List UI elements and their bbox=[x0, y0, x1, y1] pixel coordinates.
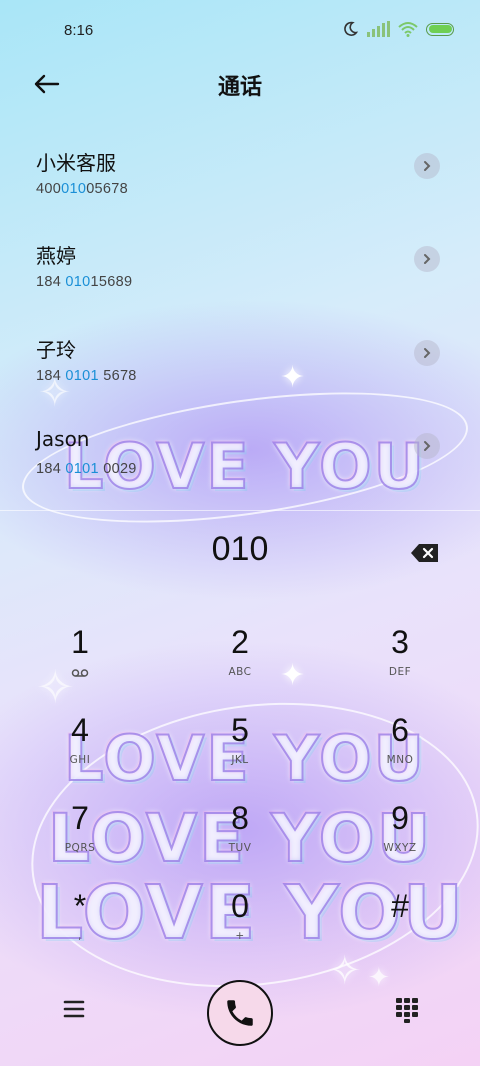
contact-item[interactable]: Jason 184 0101 0029 bbox=[0, 427, 480, 521]
contact-number: 184 01015689 bbox=[36, 274, 132, 290]
keypad-key-hash[interactable]: # bbox=[320, 888, 480, 976]
keypad-key-6[interactable]: 6 MNO bbox=[320, 712, 480, 800]
keypad-key-5[interactable]: 5 JKL bbox=[160, 712, 320, 800]
key-digit: 1 bbox=[71, 624, 89, 660]
battery-icon bbox=[426, 22, 454, 36]
status-icons bbox=[341, 20, 454, 38]
keypad-key-8[interactable]: 8 TUV bbox=[160, 800, 320, 888]
key-letters: WXYZ bbox=[383, 842, 417, 854]
number-match: 0101 bbox=[65, 461, 99, 477]
chevron-right-icon bbox=[424, 254, 431, 264]
keypad-key-star[interactable]: * , bbox=[0, 888, 160, 976]
number-match: 010 bbox=[65, 274, 91, 290]
key-digit: 3 bbox=[391, 624, 409, 660]
contact-name: Jason bbox=[36, 427, 90, 451]
keypad-key-0[interactable]: 0 + bbox=[160, 888, 320, 976]
contact-number: 40001005678 bbox=[36, 181, 128, 197]
contact-number: 184 0101 5678 bbox=[36, 368, 137, 384]
key-letters: , bbox=[78, 930, 82, 942]
key-letters: TUV bbox=[228, 842, 252, 854]
dial-number-display[interactable]: 010 bbox=[0, 530, 480, 569]
number-part: 05678 bbox=[86, 181, 129, 197]
keypad-key-9[interactable]: 9 WXYZ bbox=[320, 800, 480, 888]
contact-item[interactable]: 子玲 184 0101 5678 bbox=[0, 334, 480, 428]
key-letters: GHI bbox=[69, 754, 91, 766]
keypad-key-3[interactable]: 3 DEF bbox=[320, 624, 480, 712]
moon-icon bbox=[344, 21, 359, 36]
keypad-key-4[interactable]: 4 GHI bbox=[0, 712, 160, 800]
chevron-right-icon bbox=[424, 161, 431, 171]
key-letters: JKL bbox=[231, 754, 249, 766]
contact-name: 小米客服 bbox=[36, 151, 116, 175]
keypad-key-2[interactable]: 2 ABC bbox=[160, 624, 320, 712]
contact-detail-button[interactable] bbox=[414, 246, 440, 272]
number-part: 400 bbox=[36, 181, 62, 197]
header: 通话 bbox=[0, 62, 480, 106]
key-digit: # bbox=[391, 888, 409, 924]
number-part: 0029 bbox=[98, 461, 137, 477]
key-digit: 6 bbox=[391, 712, 409, 748]
status-time: 8:16 bbox=[64, 22, 94, 39]
dialpad-icon[interactable] bbox=[394, 997, 420, 1023]
contact-item[interactable]: 燕婷 184 01015689 bbox=[0, 240, 480, 334]
menu-icon[interactable] bbox=[60, 997, 88, 1021]
number-part: 184 bbox=[36, 461, 66, 477]
phone-screen: ✦ ✧ ✦ ✧ ✧ ✦ LOVE YOU LOVE YOU LOVE YOU L… bbox=[0, 0, 480, 1066]
bottom-bar bbox=[0, 975, 480, 1046]
key-digit: 8 bbox=[231, 800, 249, 836]
page-title: 通话 bbox=[217, 75, 262, 100]
contact-detail-button[interactable] bbox=[414, 153, 440, 179]
key-digit: * bbox=[73, 888, 87, 924]
keypad-key-1[interactable]: 1 bbox=[0, 624, 160, 712]
status-bar: 8:16 bbox=[0, 0, 480, 62]
contact-number: 184 0101 0029 bbox=[36, 461, 137, 477]
number-match: 0101 bbox=[65, 368, 99, 384]
key-digit: 9 bbox=[391, 800, 409, 836]
key-digit: 7 bbox=[71, 800, 89, 836]
key-letters: + bbox=[235, 930, 245, 942]
key-digit: 4 bbox=[71, 712, 89, 748]
call-button[interactable] bbox=[207, 980, 273, 1046]
key-digit: 0 bbox=[231, 888, 249, 924]
wifi-icon bbox=[398, 22, 418, 37]
contact-name: 燕婷 bbox=[36, 244, 76, 268]
contact-detail-button[interactable] bbox=[414, 433, 440, 459]
voicemail-icon bbox=[71, 669, 89, 677]
number-match: 010 bbox=[61, 181, 87, 197]
key-letters: MNO bbox=[386, 754, 414, 766]
phone-icon bbox=[227, 1000, 253, 1026]
key-letters: PQRS bbox=[64, 842, 96, 854]
backspace-icon[interactable] bbox=[410, 543, 440, 563]
number-part: 15689 bbox=[90, 274, 133, 290]
number-part: 5678 bbox=[98, 368, 137, 384]
keypad-key-7[interactable]: 7 PQRS bbox=[0, 800, 160, 888]
contact-item[interactable]: 小米客服 40001005678 bbox=[0, 147, 480, 241]
key-digit: 5 bbox=[231, 712, 249, 748]
key-letters: ABC bbox=[228, 666, 252, 678]
chevron-right-icon bbox=[424, 441, 431, 451]
divider bbox=[0, 510, 480, 511]
contact-detail-button[interactable] bbox=[414, 340, 440, 366]
chevron-right-icon bbox=[424, 348, 431, 358]
number-part: 184 bbox=[36, 368, 66, 384]
key-letters: DEF bbox=[388, 666, 412, 678]
contact-name: 子玲 bbox=[36, 338, 76, 362]
key-digit: 2 bbox=[231, 624, 249, 660]
number-part: 184 bbox=[36, 274, 66, 290]
signal-icon bbox=[367, 21, 390, 37]
